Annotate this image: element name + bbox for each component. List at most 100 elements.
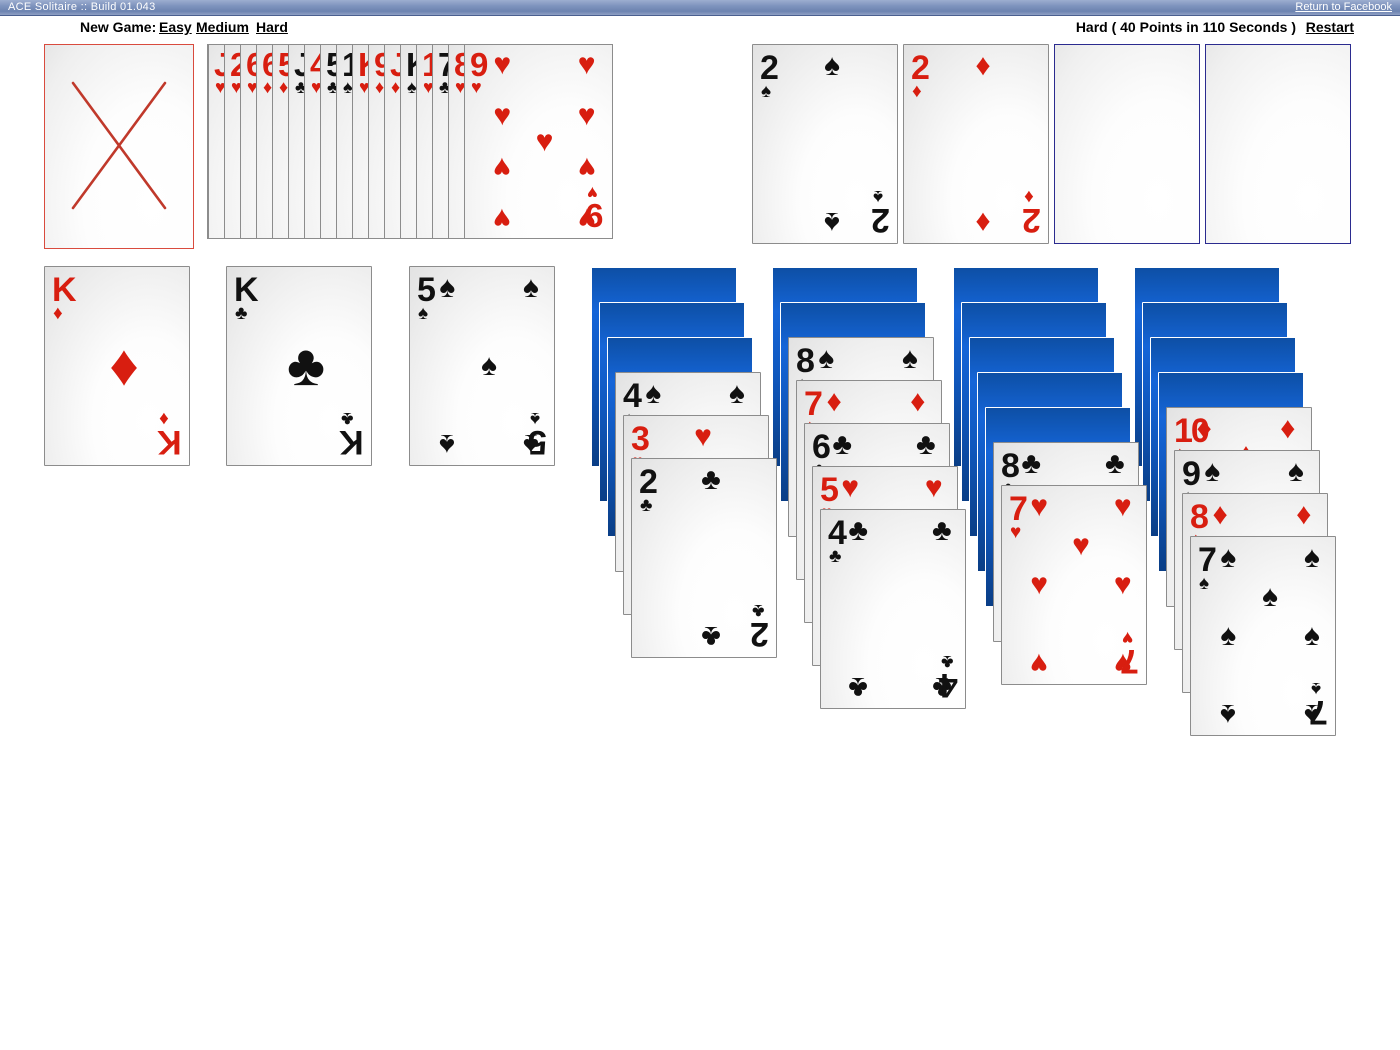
heart-icon: ♥ (1030, 647, 1049, 681)
card-rank: 2 (639, 463, 658, 501)
difficulty-easy-link[interactable]: Easy (159, 19, 192, 35)
window-title: ACE Solitaire :: Build 01.043 (8, 1, 156, 13)
card-index-bottom-right: 7 ♠ (1311, 678, 1328, 731)
card-rank: 5 (820, 471, 839, 509)
tableau-top-card[interactable]: 7 ♠ ♠ ♠ ♠ ♠ ♠ ♠ ♠ 7 ♠ (1190, 536, 1336, 736)
spade-icon: ♠ (818, 341, 835, 375)
card-rank: 9 (586, 197, 603, 234)
heart-icon: ♥ (535, 124, 554, 158)
card-rank: 7 (1009, 490, 1028, 528)
card-rank: 3 (631, 420, 650, 458)
club-icon: ♣ (701, 620, 721, 654)
card-rank: K (52, 271, 77, 309)
heart-icon: ♥ (1113, 568, 1132, 601)
card-index-bottom-right: 2 ♠ (873, 186, 890, 239)
heart-icon: ♥ (1113, 489, 1132, 523)
heart-icon: ♥ (493, 201, 512, 235)
card-index-bottom-right: K ♣ (341, 408, 364, 461)
waste-top-card[interactable]: 9 ♥ ♥ ♥ ♥ ♥ ♥ ♥ ♥ ♥ ♥ 9 ♥ (464, 45, 610, 238)
heart-icon: ♥ (493, 150, 512, 184)
card-rank: 8 (796, 342, 815, 380)
club-icon: ♣ (286, 333, 326, 398)
return-to-facebook-link[interactable]: Return to Facebook (1295, 1, 1392, 13)
diamond-icon: ♦ (975, 206, 991, 240)
spade-icon: ♠ (522, 270, 539, 304)
card-rank: 4 (828, 514, 847, 552)
card-index-top-left: 4 ♣ (828, 514, 847, 566)
diamond-icon: ♦ (826, 384, 842, 418)
spade-icon: ♠ (481, 349, 497, 382)
spade-icon: ♠ (1220, 619, 1237, 652)
window-titlebar: ACE Solitaire :: Build 01.043 Return to … (0, 0, 1400, 16)
foundation-2[interactable]: 2 ♦ ♦ ♦ 2 ♦ (903, 44, 1049, 244)
spade-icon: ♠ (645, 376, 662, 410)
spade-icon: ♠ (1287, 454, 1304, 488)
heart-icon: ♥ (694, 419, 712, 453)
restart-link[interactable]: Restart (1306, 19, 1354, 35)
heart-icon: ♥ (841, 470, 860, 504)
card-rank: 7 (1198, 541, 1217, 579)
freecell-3[interactable]: 5 ♠ ♠ ♠ ♠ ♠ ♠ 5 ♠ (409, 266, 555, 466)
card-index-top-left: K ♣ (234, 271, 259, 323)
spade-icon: ♠ (1303, 619, 1320, 652)
new-game-label: New Game: (80, 19, 157, 35)
card-rank: 6 (812, 428, 831, 466)
difficulty-medium-link[interactable]: Medium (196, 19, 249, 35)
freecell-2[interactable]: K ♣ ♣ K ♣ (226, 266, 372, 466)
card-pip-area: ♠ ♠ ♠ ♠ ♠ ♠ ♠ (1215, 540, 1325, 732)
card-index-top-left: 2 ♦ (911, 49, 930, 101)
spade-icon: ♠ (824, 206, 840, 240)
spade-icon: ♠ (1303, 540, 1320, 574)
card-rank: 5 (530, 423, 547, 461)
club-icon: ♣ (832, 427, 853, 461)
card-index-top-left: 7 ♠ (1198, 541, 1217, 593)
card-rank: K (234, 271, 259, 309)
card-rank: 2 (760, 49, 779, 87)
stock-empty-x-icon (71, 81, 167, 210)
card-pip-area: ♦ ♦ (928, 50, 1038, 240)
heart-icon: ♥ (1072, 528, 1090, 562)
card-index-bottom-right: 9 ♥ (586, 183, 603, 234)
card-pip-area: ♠ ♠ ♠ ♠ ♠ (434, 270, 544, 461)
difficulty-hard-link[interactable]: Hard (256, 19, 288, 35)
card-rank: 4 (941, 666, 958, 704)
tableau-top-card[interactable]: 2 ♣ ♣ ♣ 2 ♣ (631, 458, 777, 658)
heart-icon: ♥ (1030, 489, 1049, 523)
card-rank: K (341, 423, 364, 461)
diamond-icon: ♦ (1212, 497, 1228, 531)
card-rank: 4 (623, 377, 642, 415)
tableau-top-card[interactable]: 7 ♥ ♥ ♥ ♥ ♥ ♥ ♥ ♥ 7 ♥ (1001, 485, 1147, 685)
card-index-bottom-right: 4 ♣ (941, 651, 958, 704)
heart-icon: ♥ (577, 150, 596, 184)
heart-icon: ♥ (924, 470, 943, 504)
card-rank: 5 (417, 271, 436, 309)
card-index-top-left: 2 ♣ (639, 463, 658, 515)
spade-icon: ♠ (1220, 698, 1237, 732)
solitaire-board: ACE Solitaire :: Build 01.043 Return to … (0, 0, 1400, 1050)
card-rank: 10 (1174, 412, 1210, 450)
tableau-top-card[interactable]: 4 ♣ ♣ ♣ ♣ ♣ 4 ♣ (820, 509, 966, 709)
club-icon: ♣ (1021, 446, 1042, 480)
spade-icon: ♠ (728, 376, 745, 410)
card-rank: 2 (911, 49, 930, 87)
spade-icon: ♠ (439, 270, 456, 304)
card-index-top-left: 2 ♠ (760, 49, 779, 101)
club-icon: ♣ (848, 671, 869, 705)
foundation-1[interactable]: 2 ♠ ♠ ♠ 2 ♠ (752, 44, 898, 244)
foundation-3[interactable] (1054, 44, 1200, 244)
card-rank: 2 (752, 615, 769, 653)
heart-icon: ♥ (577, 99, 596, 133)
spade-icon: ♠ (1262, 579, 1278, 613)
card-index-top-left: 9 ♥ (470, 48, 488, 96)
stock-pile[interactable] (44, 44, 194, 249)
card-index-bottom-right: K ♦ (159, 408, 182, 461)
game-toolbar: New Game: Easy Medium Hard Hard ( 40 Poi… (0, 16, 1400, 40)
club-icon: ♣ (931, 513, 952, 547)
card-rank: 9 (1182, 455, 1201, 493)
waste-pile[interactable]: J♥2♥6♥6♦5♦J♣4♥5♣10♠K♥9♦J♦K♠10♥7♣8♥9♥♥♥♥♥… (207, 44, 613, 239)
heart-icon: ♥ (577, 48, 596, 82)
freecell-1[interactable]: K ♦ ♦ K ♦ (44, 266, 190, 466)
foundation-4[interactable] (1205, 44, 1351, 244)
card-index-top-left: K ♦ (52, 271, 77, 323)
card-pip-area: ♣ ♣ ♣ ♣ (845, 513, 955, 705)
